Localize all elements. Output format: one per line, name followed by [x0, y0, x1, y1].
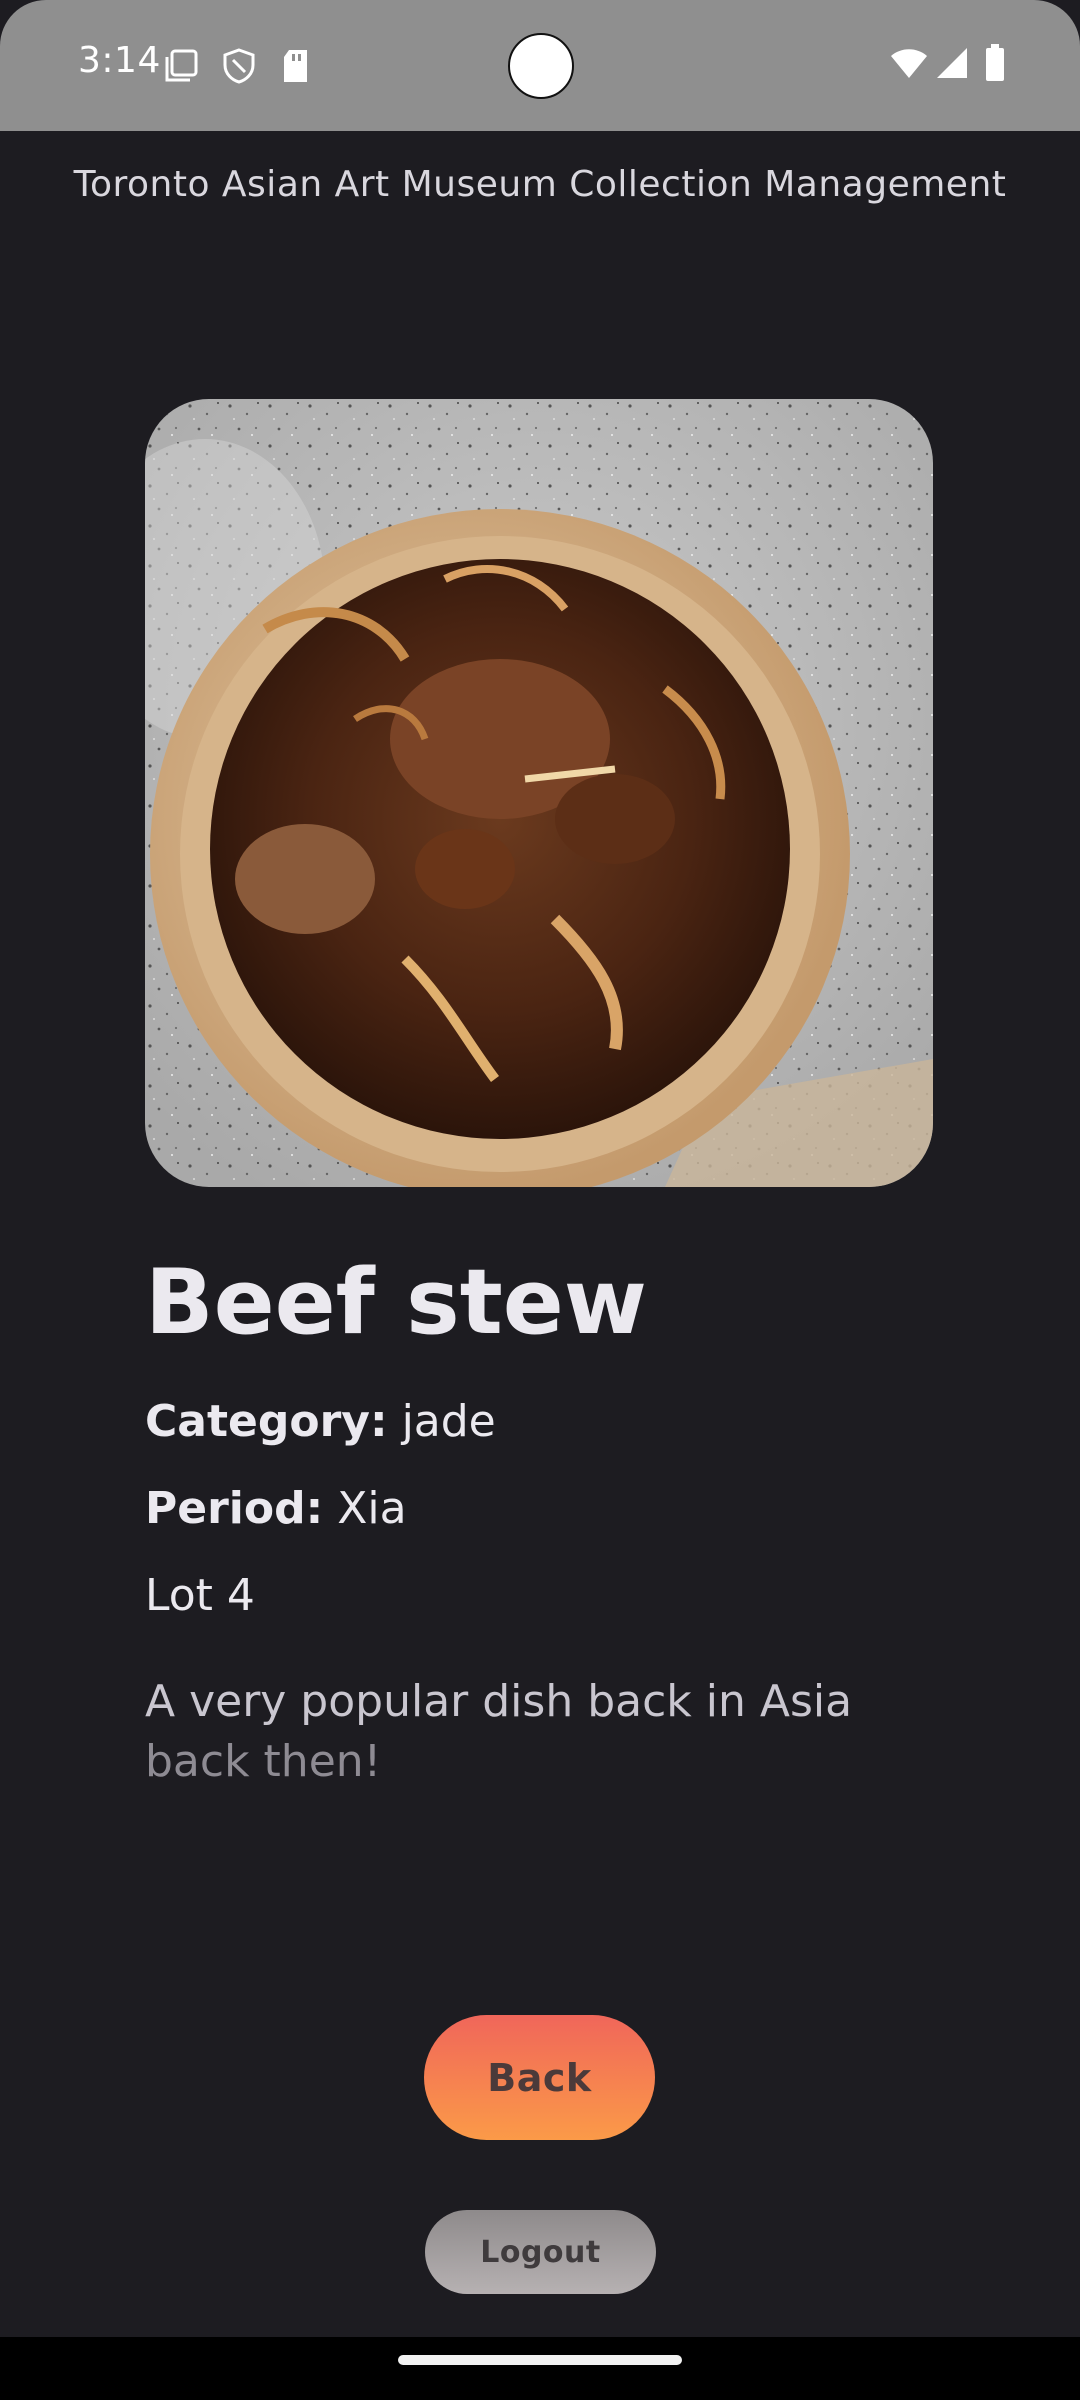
description-line: A very popular dish back in Asia	[145, 1676, 853, 1727]
battery-icon	[985, 44, 1005, 86]
shield-icon	[222, 48, 256, 88]
app-title: Toronto Asian Art Museum Collection Mana…	[73, 164, 1007, 205]
navigation-bar	[0, 2337, 1080, 2400]
item-name: Beef stew	[145, 1250, 647, 1355]
period-value: Xia	[337, 1483, 407, 1534]
sd-card-icon	[281, 48, 311, 88]
logout-button[interactable]: Logout	[425, 2210, 656, 2294]
back-button[interactable]: Back	[424, 2015, 655, 2140]
screenshot-icon	[163, 48, 199, 88]
item-description: A very popular dish back in Asia back th…	[145, 1672, 905, 1792]
description-line-faded: back then!	[145, 1736, 382, 1787]
status-time: 3:14	[78, 40, 161, 81]
wifi-icon	[889, 46, 929, 84]
signal-icon	[935, 46, 969, 84]
category-row: Category: jade	[145, 1396, 496, 1447]
period-row: Period: Xia	[145, 1483, 407, 1534]
period-label: Period:	[145, 1483, 324, 1534]
category-value: jade	[401, 1396, 496, 1447]
front-camera	[508, 33, 574, 99]
category-label: Category:	[145, 1396, 388, 1447]
lot-number: Lot 4	[145, 1570, 255, 1621]
status-bar: 3:14	[0, 0, 1080, 131]
item-photo	[145, 399, 933, 1187]
home-gesture-handle[interactable]	[398, 2355, 682, 2365]
